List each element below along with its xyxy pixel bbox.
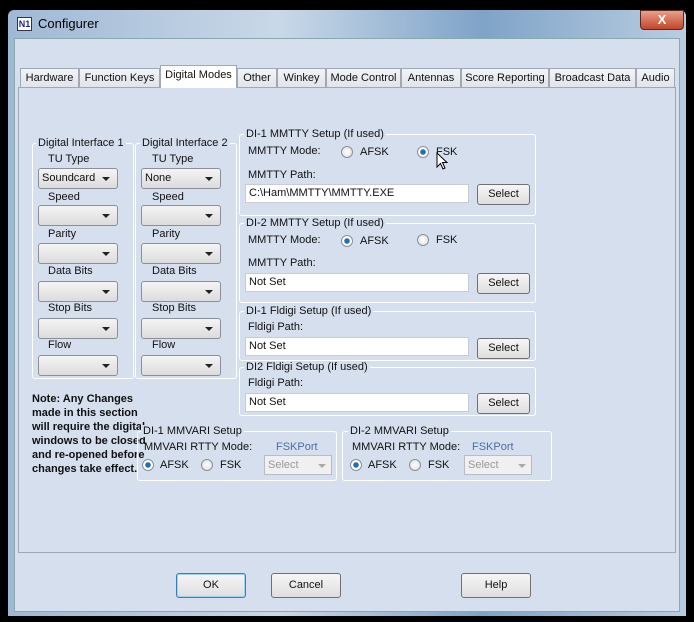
di2-flow-select[interactable]: [141, 355, 221, 376]
mmvari1-fsk-radio[interactable]: [201, 459, 213, 471]
di1-fldigi-select-button[interactable]: Select: [477, 338, 530, 359]
di2-mmtty-path-input[interactable]: Not Set: [245, 273, 469, 292]
speed-label: Speed: [152, 191, 184, 203]
di1-afsk-radio[interactable]: [341, 146, 353, 158]
di1-mmtty-select-button[interactable]: Select: [477, 184, 530, 205]
mmtty-path-label: MMTTY Path:: [248, 257, 316, 269]
afsk-label: AFSK: [360, 146, 389, 158]
tab-winkey[interactable]: Winkey: [277, 68, 326, 88]
mmvari1-afsk-radio[interactable]: [142, 459, 154, 471]
fldigi-path-label: Fldigi Path:: [248, 377, 304, 389]
tab-digital-modes[interactable]: Digital Modes: [160, 65, 237, 88]
help-button[interactable]: Help: [461, 573, 531, 598]
tab-function-keys[interactable]: Function Keys: [79, 68, 160, 88]
stop-bits-label: Stop Bits: [48, 302, 93, 314]
di2-data-bits-select[interactable]: [141, 281, 221, 302]
di2-afsk-radio[interactable]: [341, 235, 353, 247]
group-title: DI2 Fldigi Setup (If used): [244, 361, 370, 373]
tab-audio[interactable]: Audio: [636, 68, 675, 88]
di1-flow-select[interactable]: [38, 355, 118, 376]
di2-parity-select[interactable]: [141, 243, 221, 264]
group-title: DI-1 Fldigi Setup (If used): [244, 305, 374, 317]
mmvari2-fskport-select[interactable]: Select: [464, 455, 532, 475]
group-title: DI-2 MMVARI Setup: [348, 425, 451, 437]
tab-score-reporting[interactable]: Score Reporting: [461, 68, 549, 88]
fsk-label: FSK: [220, 459, 242, 471]
mmtty-mode-label: MMTTY Mode:: [248, 145, 321, 157]
flow-label: Flow: [152, 339, 176, 351]
fskport-label: FSKPort: [276, 441, 318, 453]
data-bits-label: Data Bits: [152, 265, 197, 277]
di1-tu-type-select[interactable]: Soundcard: [38, 168, 118, 189]
mmvari1-fskport-select[interactable]: Select: [264, 455, 332, 475]
di2-fldigi-select-button[interactable]: Select: [477, 393, 530, 414]
di1-speed-select[interactable]: [38, 205, 118, 226]
fsk-label: FSK: [436, 234, 458, 246]
tab-hardware[interactable]: Hardware: [20, 68, 79, 88]
fldigi-path-label: Fldigi Path:: [248, 321, 304, 333]
di2-fldigi-path-input[interactable]: Not Set: [245, 393, 469, 412]
note-text: Note: Any Changes made in this section w…: [32, 393, 146, 475]
tab-mode-control[interactable]: Mode Control: [326, 68, 401, 88]
flow-label: Flow: [48, 339, 72, 351]
close-button[interactable]: X: [640, 10, 684, 30]
di1-fsk-radio[interactable]: [417, 146, 429, 158]
app-logo-icon: N1: [17, 17, 32, 31]
mmtty-mode-label: MMTTY Mode:: [248, 234, 321, 246]
parity-label: Parity: [48, 228, 77, 240]
di2-stop-bits-select[interactable]: [141, 318, 221, 339]
di1-fldigi-path-input[interactable]: Not Set: [245, 337, 469, 356]
di2-tu-type-select[interactable]: None: [141, 168, 221, 189]
afsk-label: AFSK: [160, 459, 189, 471]
tab-antennas[interactable]: Antennas: [401, 68, 461, 88]
mmvari-mode-label: MMVARI RTTY Mode:: [352, 441, 461, 453]
tab-other[interactable]: Other: [237, 68, 277, 88]
tu-type-label: TU Type: [152, 153, 194, 165]
speed-label: Speed: [48, 191, 80, 203]
mmvari-mode-label: MMVARI RTTY Mode:: [144, 441, 253, 453]
di2-speed-select[interactable]: [141, 205, 221, 226]
fsk-label: FSK: [428, 459, 450, 471]
data-bits-label: Data Bits: [48, 265, 93, 277]
group-title: DI-1 MMVARI Setup: [141, 425, 244, 437]
di1-parity-select[interactable]: [38, 243, 118, 264]
di1-data-bits-select[interactable]: [38, 281, 118, 302]
mmvari2-afsk-radio[interactable]: [350, 459, 362, 471]
cancel-button[interactable]: Cancel: [271, 573, 341, 598]
group-title: DI-2 MMTTY Setup (If used): [244, 217, 386, 229]
parity-label: Parity: [152, 228, 181, 240]
di2-mmtty-select-button[interactable]: Select: [477, 273, 530, 294]
group-title: DI-1 MMTTY Setup (If used): [244, 128, 386, 140]
stop-bits-label: Stop Bits: [152, 302, 197, 314]
di1-mmtty-path-input[interactable]: C:\Ham\MMTTY\MMTTY.EXE: [245, 184, 469, 203]
mmvari2-fsk-radio[interactable]: [409, 459, 421, 471]
mmtty-path-label: MMTTY Path:: [248, 169, 316, 181]
mouse-cursor-icon: [436, 152, 449, 170]
di2-fsk-radio[interactable]: [417, 234, 429, 246]
ok-button[interactable]: OK: [176, 573, 246, 598]
fskport-label: FSKPort: [472, 441, 514, 453]
window-title: Configurer: [38, 16, 99, 31]
tu-type-label: TU Type: [48, 153, 90, 165]
group-title: Digital Interface 1: [36, 137, 126, 149]
di1-stop-bits-select[interactable]: [38, 318, 118, 339]
group-title: Digital Interface 2: [140, 137, 230, 149]
tab-broadcast-data[interactable]: Broadcast Data: [549, 68, 636, 88]
afsk-label: AFSK: [360, 235, 389, 247]
afsk-label: AFSK: [368, 459, 397, 471]
